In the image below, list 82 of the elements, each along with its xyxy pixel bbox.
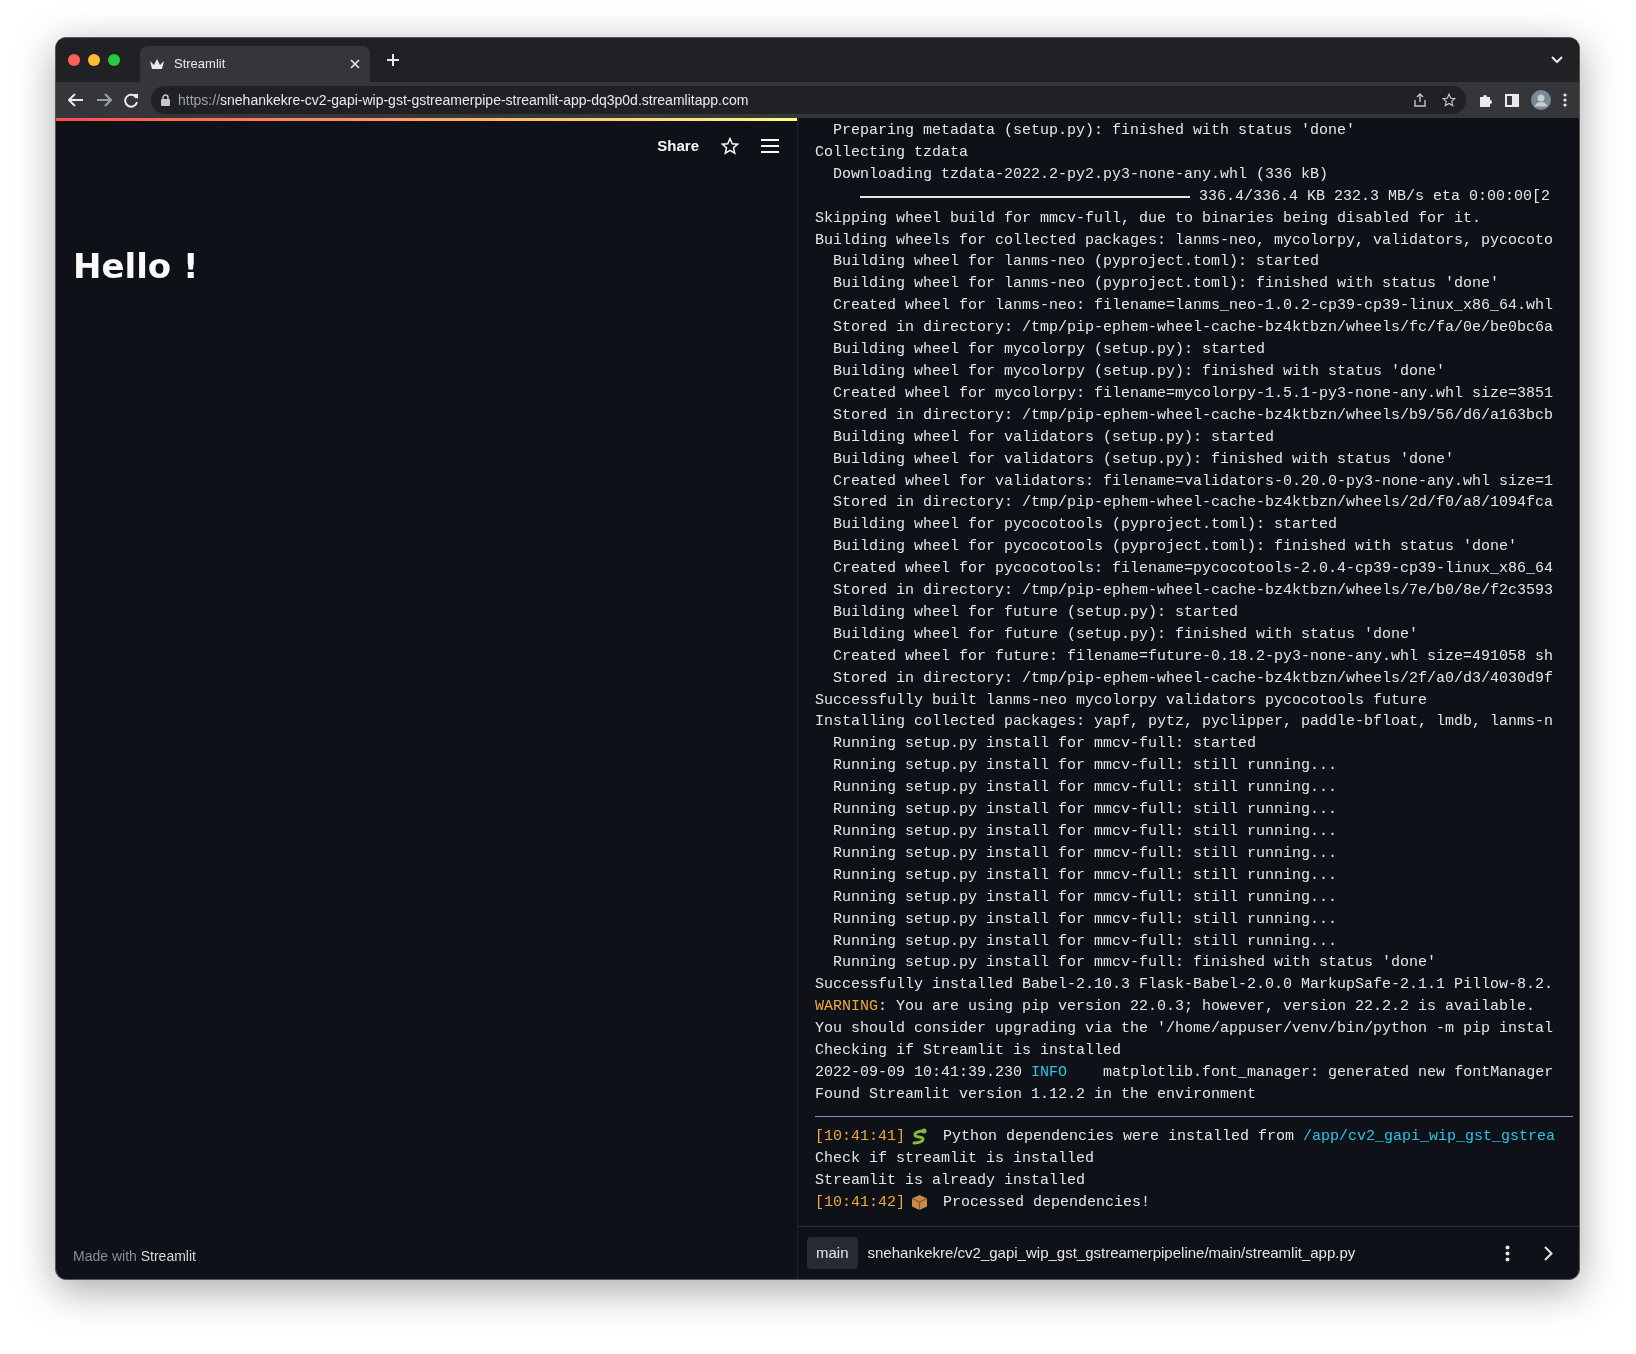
reload-icon[interactable] [124,92,139,108]
puzzle-icon[interactable] [1478,92,1493,108]
log-line: Streamlit is already installed [815,1170,1086,1191]
log-line: WARNING: You are using pip version 22.0.3; however, version 22.2.2 is available. [815,997,1536,1018]
log-line: [10:41:42] [815,1192,905,1213]
file-path: snehankekre/cv2_gapi_wip_gst_gstreamerpipeline/main/streamlit_app.py [867,1242,1357,1263]
log-line: Checking if Streamlit is installed [815,1041,1122,1062]
log-line: Running setup.py install for mmcv-full: still running... [832,931,1338,952]
more-icon[interactable] [1563,93,1567,107]
log-line: Stored in directory: /tmp/pip-ephem-wheel-cache-bz4ktbzn/wheels/2f/a0/d3/4030d9f [832,668,1554,689]
log-line: You should consider upgrading via the '/home/appuser/venv/bin/python -m pip instal [815,1019,1554,1040]
log-line: Processed dependencies! [942,1192,1151,1213]
forward-icon[interactable] [96,93,112,107]
log-line: Running setup.py install for mmcv-full: still running... [832,843,1338,864]
share-icon[interactable] [1414,93,1426,107]
log-line: Downloading tzdata-2022.2-py2.py3-none-any.whl (336 kB) [832,164,1329,185]
log-line: Running setup.py install for mmcv-full: still running... [832,865,1338,886]
crown-icon [150,59,164,69]
back-icon[interactable] [68,93,84,107]
log-line: Building wheel for validators (setup.py): finished with status 'done' [832,449,1455,470]
avatar-icon[interactable] [1531,90,1551,110]
log-line: Running setup.py install for mmcv-full: still running... [832,778,1338,799]
progress-reading: 336.4/336.4 KB 232.3 MB/s eta 0:00:00[2 [1199,186,1551,207]
minimize-window-button[interactable] [88,54,100,66]
log-line: Building wheel for validators (setup.py): started [832,427,1275,448]
log-line: Building wheel for mycolorpy (setup.py): started [832,340,1266,361]
snake-icon [911,1128,928,1146]
share-button[interactable]: Share [657,135,699,158]
log-line: Running setup.py install for mmcv-full: started [832,734,1257,755]
tab-title: Streamlit [174,55,227,74]
log-line: Check if streamlit is installed [815,1148,1095,1169]
log-line: Running setup.py install for mmcv-full: still running... [832,822,1338,842]
address-bar[interactable]: https://snehankekre-cv2-gapi-wip-gst-gstreamerpipe-streamlit-app-dq3p0d.streamlitapp.com [151,86,1466,114]
new-tab-icon[interactable] [386,53,400,67]
log-line: Python dependencies were installed from /app/cv2_gapi_wip_gst_gstrea [942,1126,1556,1147]
footer-text: Made with Streamlit [72,1247,197,1266]
log-line: Building wheel for future (setup.py): finished with status 'done' [832,624,1419,645]
log-line: Stored in directory: /tmp/pip-ephem-wheel-cache-bz4ktbzn/wheels/2d/f0/a8/1094fca [832,493,1554,514]
log-line: Created wheel for mycolorpy: filename=mycolorpy-1.5.1-py3-none-any.whl size=3851 [832,383,1554,404]
log-line: Building wheel for pycocotools (pyproject.toml): finished with status 'done' [832,537,1518,558]
close-icon[interactable] [350,59,360,69]
log-line: Running setup.py install for mmcv-full: still running... [832,800,1338,821]
log-line: Created wheel for future: filename=future-0.18.2-py3-none-any.whl size=491058 sh [832,646,1554,667]
branch-tag: main [807,1236,858,1270]
log-line: Created wheel for validators: filename=validators-0.20.0-py3-none-any.whl size=1 [832,471,1554,492]
log-line: Found Streamlit version 1.12.2 in the environment [815,1084,1257,1105]
log-line: Building wheels for collected packages: lanms-neo, mycolorpy, validators, pycocoto [815,230,1554,251]
sidebar-icon[interactable] [1505,93,1519,107]
log-line: Created wheel for lanms-neo: filename=lanms_neo-1.0.2-cp39-cp39-linux_x86_64.whl [832,296,1554,317]
chevron-down-icon[interactable] [1551,56,1563,64]
log-line: Collecting tzdata [815,142,969,163]
chevron-right-icon[interactable] [1544,1245,1553,1261]
browser-tab[interactable]: Streamlit [140,46,370,82]
log-line: [10:41:41] [815,1126,905,1147]
log-line: Running setup.py install for mmcv-full: still running... [832,887,1338,908]
lock-icon [161,94,170,106]
log-line: Building wheel for lanms-neo (pyproject.toml): started [832,252,1320,273]
log-line: Stored in directory: /tmp/pip-ephem-wheel-cache-bz4ktbzn/wheels/7e/b0/8e/f2c3593 [832,581,1554,602]
log-line: Installing collected packages: yapf, pytz, pyclipper, paddle-bfloat, lmdb, lanms-n [815,712,1554,733]
star-icon[interactable] [1442,93,1456,107]
package-icon [911,1193,928,1211]
log-line: Successfully installed Babel-2.10.3 Flask-Babel-2.0.0 MarkupSafe-2.1.1 Pillow-8.2. [815,975,1554,996]
url-text: https://snehankekre-cv2-gapi-wip-gst-gstreamerpipe-streamlit-app-dq3p0d.streamlitapp.com [178,90,750,110]
menu-icon[interactable] [761,139,779,154]
log-line: Running setup.py install for mmcv-full: still running... [832,756,1338,777]
log-line: Building wheel for pycocotools (pyproject.toml): started [832,515,1338,536]
log-line: 2022-09-09 10:41:39.230 INFO matplotlib.font_manager: generated new fontManager [815,1062,1554,1083]
page-heading: Hello ! [73,245,200,287]
log-line: Running setup.py install for mmcv-full: finished with status 'done' [832,953,1437,974]
log-line: Successfully built lanms-neo mycolorpy validators pycocotools future [815,690,1428,711]
log-line: Preparing metadata (setup.py): finished with status 'done' [832,121,1356,141]
log-line: Created wheel for pycocotools: filename=pycocotools-2.0.4-cp39-cp39-linux_x86_64 [832,559,1554,580]
log-line: Skipping wheel build for mmcv-full, due to binaries being disabled for it. [815,208,1482,229]
log-line: Building wheel for mycolorpy (setup.py): finished with status 'done' [832,361,1446,382]
close-window-button[interactable] [68,54,80,66]
zoom-window-button[interactable] [108,54,120,66]
log-line: Building wheel for future (setup.py): started [832,602,1239,623]
more-icon[interactable] [1505,1244,1510,1262]
log-line: Stored in directory: /tmp/pip-ephem-wheel-cache-bz4ktbzn/wheels/b9/56/d6/a163bcb [832,405,1554,426]
log-line: Stored in directory: /tmp/pip-ephem-wheel-cache-bz4ktbzn/wheels/fc/fa/0e/be0bc6a [832,318,1554,339]
log-line: Running setup.py install for mmcv-full: still running... [832,909,1338,930]
log-line: Building wheel for lanms-neo (pyproject.toml): finished with status 'done' [832,274,1500,295]
